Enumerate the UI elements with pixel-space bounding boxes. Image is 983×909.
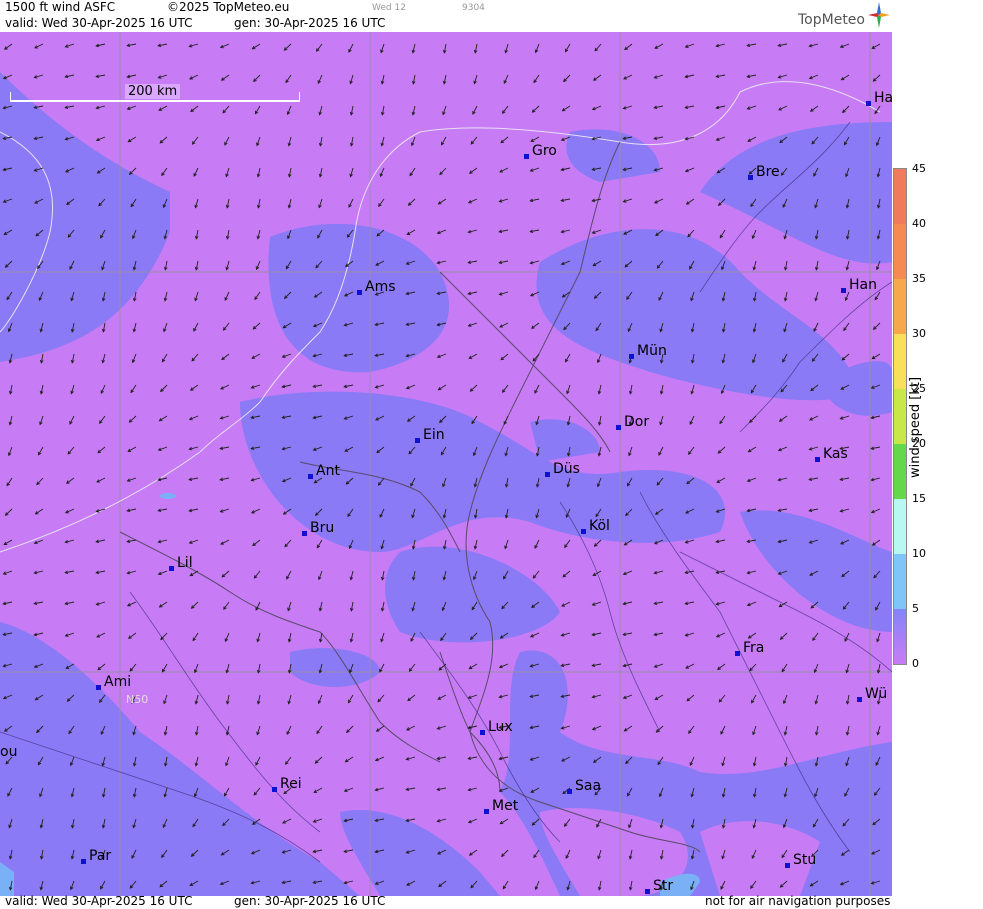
- city-marker: [857, 697, 862, 702]
- city-label: Saa: [567, 778, 601, 794]
- header: 1500 ft wind ASFC ©2025 TopMeteo.eu Wed …: [0, 0, 892, 32]
- legend-band: [894, 169, 906, 224]
- footer-generated-time: gen: 30-Apr-2025 16 UTC: [234, 894, 386, 908]
- city-marker: [785, 863, 790, 868]
- city-label: Lil: [169, 555, 193, 571]
- map-title: 1500 ft wind ASFC: [5, 0, 116, 14]
- valid-time: valid: Wed 30-Apr-2025 16 UTC: [5, 16, 193, 30]
- city-marker: [96, 685, 101, 690]
- city-marker: [629, 354, 634, 359]
- city-marker: [616, 425, 621, 430]
- city-label: Lux: [480, 719, 513, 735]
- city-marker: [866, 101, 871, 106]
- legend-band: [894, 444, 906, 499]
- city-label: Str: [645, 878, 673, 894]
- faint-code: 9304: [462, 3, 485, 13]
- legend-unit: wind speed [kt]: [908, 376, 923, 478]
- legend-band: [894, 499, 906, 554]
- city-label: Han: [841, 277, 877, 293]
- city-label: Düs: [545, 461, 580, 477]
- wind-speed-fill-mid: [0, 72, 892, 896]
- topmeteo-logo: TopMeteo: [798, 12, 865, 28]
- legend-band: [894, 224, 906, 279]
- wind-field: [0, 32, 892, 896]
- generated-time: gen: 30-Apr-2025 16 UTC: [234, 16, 386, 30]
- legend-tick: 30: [912, 327, 926, 340]
- city-label: Rei: [272, 776, 302, 792]
- legend-band: [894, 554, 906, 609]
- city-label: Wü: [857, 686, 887, 702]
- city-marker: [169, 566, 174, 571]
- legend-tick: 45: [912, 162, 926, 175]
- city-label: ou: [0, 744, 18, 760]
- scale-bar-label: 200 km: [125, 84, 181, 99]
- city-marker: [645, 889, 650, 894]
- city-marker: [302, 531, 307, 536]
- city-marker: [581, 529, 586, 534]
- city-label: Ha: [866, 90, 892, 106]
- legend-band: [894, 609, 906, 664]
- city-label: Köl: [581, 518, 610, 534]
- legend-tick: 5: [912, 602, 919, 615]
- city-marker: [415, 438, 420, 443]
- city-label: Par: [81, 848, 111, 864]
- city-label: Stu: [785, 852, 816, 868]
- city-marker: [841, 288, 846, 293]
- city-marker: [815, 457, 820, 462]
- city-label: Mün: [629, 343, 667, 359]
- city-marker: [357, 290, 362, 295]
- legend-tick: 0: [912, 657, 919, 670]
- city-marker: [484, 809, 489, 814]
- footer-valid-time: valid: Wed 30-Apr-2025 16 UTC: [5, 894, 193, 908]
- legend-band: [894, 279, 906, 334]
- city-label: Met: [484, 798, 518, 814]
- city-marker: [480, 730, 485, 735]
- city-label: Ant: [308, 463, 340, 479]
- city-label: Ein: [415, 427, 445, 443]
- city-marker: [81, 859, 86, 864]
- city-marker: [272, 787, 277, 792]
- city-label: Ami: [96, 674, 131, 690]
- faint-label: Wed 12: [372, 3, 406, 13]
- city-label: Kas: [815, 446, 848, 462]
- city-marker: [748, 175, 753, 180]
- compass-logo-icon: [868, 2, 890, 28]
- city-label: Gro: [524, 143, 557, 159]
- legend-band: [894, 389, 906, 444]
- latitude-label: N50: [126, 693, 149, 706]
- city-marker: [524, 154, 529, 159]
- city-marker: [735, 651, 740, 656]
- city-label: Bre: [748, 164, 780, 180]
- city-marker: [545, 472, 550, 477]
- city-marker: [567, 789, 572, 794]
- city-label: Bru: [302, 520, 334, 536]
- legend-band: [894, 334, 906, 389]
- copyright: ©2025 TopMeteo.eu: [167, 0, 290, 14]
- wind-speed-legend: [893, 168, 907, 665]
- wind-map[interactable]: 200 km N50 Ha Gro Bre Ams Han Mün Dor Ein Kas Düs…: [0, 32, 892, 896]
- city-label: Dor: [616, 414, 649, 430]
- city-label: Ams: [357, 279, 396, 295]
- footer: valid: Wed 30-Apr-2025 16 UTC gen: 30-Ap…: [0, 894, 892, 909]
- disclaimer: not for air navigation purposes: [705, 894, 891, 908]
- city-marker: [308, 474, 313, 479]
- legend-tick: 35: [912, 272, 926, 285]
- legend-tick: 10: [912, 547, 926, 560]
- city-label: Fra: [735, 640, 764, 656]
- legend-tick: 40: [912, 217, 926, 230]
- legend-tick: 15: [912, 492, 926, 505]
